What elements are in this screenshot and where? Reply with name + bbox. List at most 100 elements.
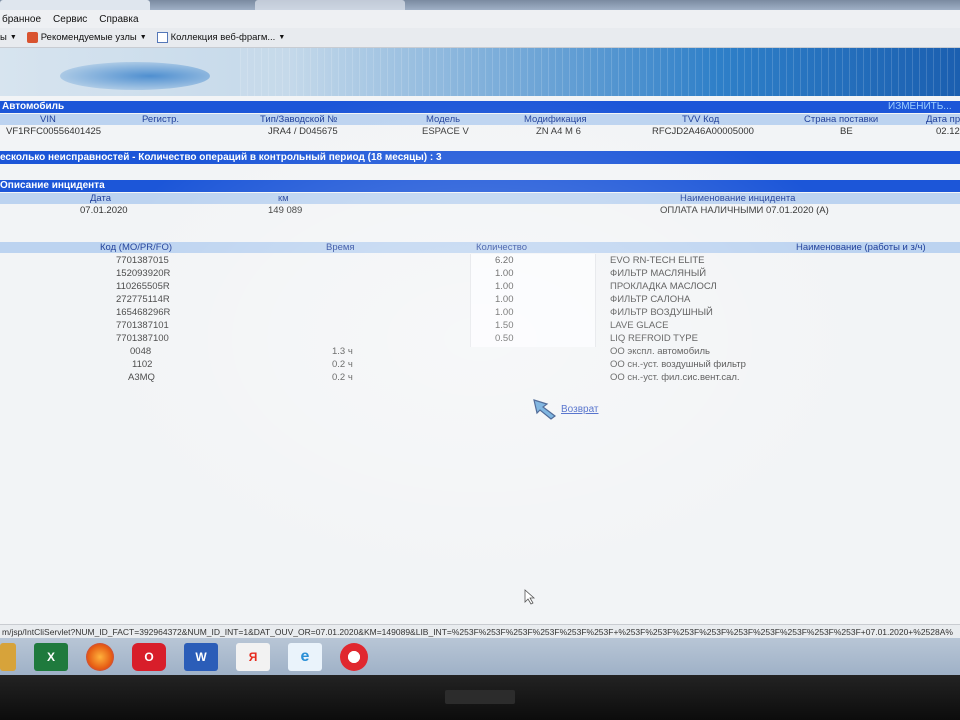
row-code: 152093920R: [116, 268, 171, 279]
page-banner: [0, 48, 960, 96]
favorite-suggested-sites[interactable]: Рекомендуемые узлы ▼: [26, 32, 147, 43]
incident-row: 07.01.2020 149 089 ОПЛАТА НАЛИЧНЫМИ 07.0…: [0, 205, 960, 216]
row-quantity: 1.00: [495, 307, 514, 318]
col-header-model: Модель: [426, 114, 461, 125]
monitor-logo: [445, 690, 515, 704]
row-name: LIQ REFROID TYPE: [610, 333, 698, 344]
col-header-modification: Модификация: [524, 114, 587, 125]
row-code: 1102: [132, 359, 153, 370]
operations-table-header: Код (MO/PR/FO) Время Количество Наименов…: [0, 242, 960, 253]
chevron-down-icon: ▼: [278, 34, 286, 41]
row-quantity: 1.00: [495, 281, 514, 292]
col-header-incident-km: км: [278, 193, 289, 204]
menu-item-tools[interactable]: Сервис: [53, 14, 87, 25]
col-header-registration: Регистр.: [142, 114, 179, 125]
table-row: 7701387100 0.50 LIQ REFROID TYPE: [0, 332, 960, 345]
col-header-quantity: Количество: [476, 242, 528, 253]
incident-km: 149 089: [268, 205, 303, 216]
row-quantity: 0.50: [495, 333, 514, 344]
menu-item-help[interactable]: Справка: [99, 14, 138, 25]
web-slice-icon: [156, 32, 168, 43]
row-name: ОО сн.-уст. воздушный фильтр: [610, 359, 746, 370]
row-code: 7701387100: [116, 333, 169, 344]
row-code: A3MQ: [128, 372, 155, 383]
favorite-suggested-sites-label: Рекомендуемые узлы: [40, 32, 137, 43]
col-header-type: Тип/Заводской №: [260, 114, 338, 125]
row-quantity: 6.20: [495, 255, 514, 266]
taskbar-yandex-icon[interactable]: Я: [236, 642, 270, 671]
row-quantity: 1.50: [495, 320, 514, 331]
banner-logo-swoosh: [60, 62, 210, 90]
row-name: LAVE GLACE: [610, 320, 669, 331]
incident-table-header: Дата км Наименование инцидента: [0, 193, 960, 204]
menu-item-favorites[interactable]: бранное: [2, 14, 41, 25]
row-name: ФИЛЬТР ВОЗДУШНЫЙ: [610, 307, 713, 318]
col-header-code: Код (MO/PR/FO): [100, 242, 173, 253]
vehicle-table-header: VIN Регистр. Тип/Заводской № Модель Моди…: [0, 114, 960, 125]
suggested-sites-icon: [26, 32, 38, 43]
faults-summary-bar: есколько неисправностей - Количество опе…: [0, 151, 960, 164]
row-quantity: 1.00: [495, 268, 514, 279]
browser-tab[interactable]: [0, 0, 150, 10]
row-name: ПРОКЛАДКА МАСЛОСЛ: [610, 281, 717, 292]
table-row: 7701387101 1.50 LAVE GLACE: [0, 319, 960, 332]
col-header-vin: VIN: [40, 114, 56, 125]
row-name: ФИЛЬТР МАСЛЯНЫЙ: [610, 268, 707, 279]
vehicle-type: JRA4 / D045675: [268, 126, 338, 137]
favorite-web-slice-gallery[interactable]: Коллекция веб-фрагм... ▼: [156, 32, 286, 43]
taskbar-internet-explorer-icon[interactable]: e: [288, 642, 322, 671]
faults-summary-text: есколько неисправностей - Количество опе…: [0, 152, 442, 163]
row-name: ОО сн.-уст. фил.сис.вент.сал.: [610, 372, 740, 383]
favorites-menu-label: ы: [0, 32, 7, 43]
browser-tab[interactable]: [255, 0, 405, 10]
vehicle-edit-link[interactable]: ИЗМЕНИТЬ...: [888, 101, 952, 113]
vehicle-vin: VF1RFC00556401425: [6, 126, 102, 137]
vehicle-modification: ZN A4 M 6: [536, 126, 581, 137]
banner-decoration: [240, 48, 960, 96]
table-row: 0048 1.3 ч ОО экспл. автомобиль: [0, 345, 960, 358]
incident-section-bar: Описание инцидента: [0, 180, 960, 192]
operations-table: 7701387015 6.20 EVO RN-TECH ELITE 152093…: [0, 254, 960, 384]
vehicle-country: BE: [840, 126, 853, 137]
taskbar-excel-icon[interactable]: X: [34, 642, 68, 671]
chevron-down-icon: ▼: [139, 34, 147, 41]
row-code: 165468296R: [116, 307, 171, 318]
col-header-incident-name: Наименование инцидента: [680, 193, 796, 204]
taskbar-word-icon[interactable]: W: [184, 642, 218, 671]
col-header-country: Страна поставки: [804, 114, 879, 125]
row-name: ФИЛЬТР САЛОНА: [610, 294, 691, 305]
vehicle-model: ESPACE V: [422, 126, 469, 137]
row-quantity: 1.00: [495, 294, 514, 305]
incident-name: ОПЛАТА НАЛИЧНЫМИ 07.01.2020 (A): [660, 205, 829, 216]
favorites-menu[interactable]: ы ▼: [0, 32, 17, 43]
taskbar: X O W Я e: [0, 638, 960, 675]
col-header-time: Время: [326, 242, 355, 253]
vehicle-date: 02.12: [936, 126, 960, 137]
row-code: 7701387101: [116, 320, 169, 331]
browser-window: бранное Сервис Справка ы ▼ Рекомендуемые…: [0, 0, 960, 675]
col-header-work-name: Наименование (работы и з/ч): [796, 242, 926, 253]
table-row: 165468296R 1.00 ФИЛЬТР ВОЗДУШНЫЙ: [0, 306, 960, 319]
incident-section-title: Описание инцидента: [0, 180, 105, 191]
row-name: ОО экспл. автомобиль: [610, 346, 710, 357]
incident-date: 07.01.2020: [80, 205, 128, 216]
browser-tab-strip: [0, 0, 960, 10]
row-time: 0.2 ч: [332, 372, 353, 383]
favorites-bar: ы ▼ Рекомендуемые узлы ▼ Коллекция веб-ф…: [0, 28, 960, 48]
back-link[interactable]: Возврат: [533, 398, 599, 420]
taskbar-folder-icon[interactable]: [0, 642, 16, 671]
taskbar-opera-icon[interactable]: O: [132, 642, 166, 671]
row-time: 1.3 ч: [332, 346, 353, 357]
col-header-incident-date: Дата: [90, 193, 112, 204]
status-bar: m/jsp/IntCliServlet?NUM_ID_FACT=39296437…: [0, 624, 960, 638]
taskbar-firefox-icon[interactable]: [86, 642, 114, 671]
col-header-date: Дата пр: [926, 114, 960, 125]
row-code: 272775114R: [116, 294, 170, 305]
vehicle-section-bar: Автомобиль ИЗМЕНИТЬ...: [0, 101, 960, 113]
taskbar-opera-browser-icon[interactable]: [340, 642, 368, 671]
table-row: 110265505R 1.00 ПРОКЛАДКА МАСЛОСЛ: [0, 280, 960, 293]
vehicle-section-title: Автомобиль: [2, 101, 65, 112]
favorite-web-slice-label: Коллекция веб-фрагм...: [170, 32, 276, 43]
vehicle-row: VF1RFC00556401425 JRA4 / D045675 ESPACE …: [0, 126, 960, 137]
monitor-bezel: [0, 675, 960, 720]
